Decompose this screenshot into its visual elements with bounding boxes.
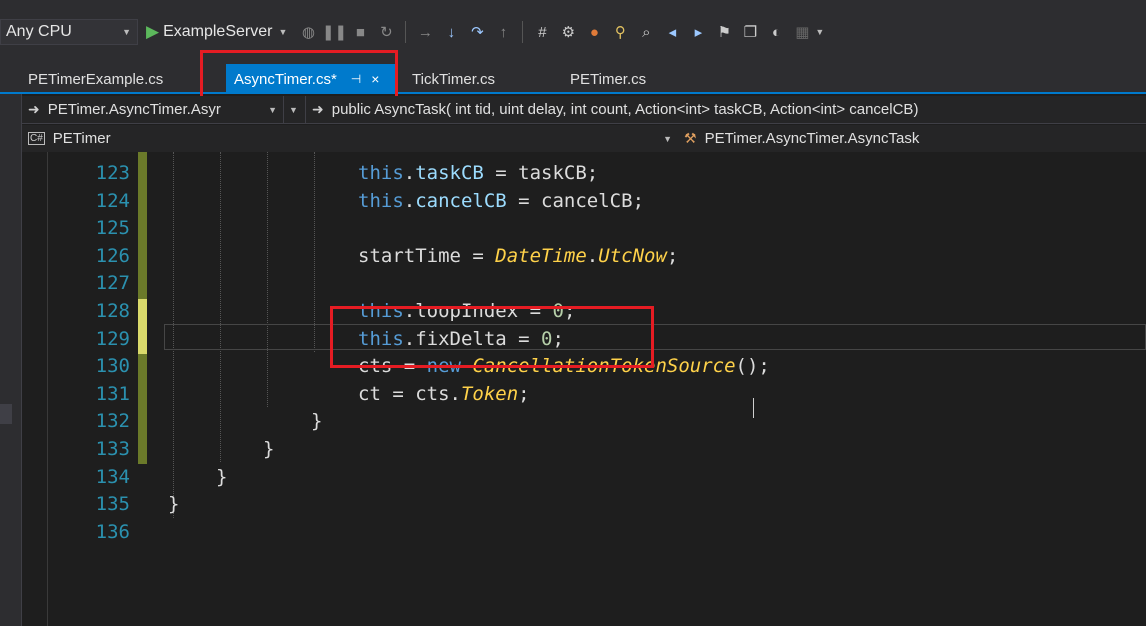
code-token: taskCB (415, 162, 484, 184)
toggle-comment-icon[interactable]: # (531, 21, 553, 43)
type-dropdown-split[interactable]: ▼ (284, 96, 306, 123)
show-next-statement-icon[interactable]: → (414, 21, 436, 43)
left-tool-strip (0, 94, 22, 626)
tab-ticktimer[interactable]: TickTimer.cs (404, 64, 503, 94)
platform-dropdown[interactable]: Any CPU ▼ (0, 19, 138, 45)
start-debug-icon[interactable]: ▶ (146, 22, 159, 42)
document-tab-strip: PETimerExample.cs AsyncTimer.cs* ⊣ × Tic… (0, 50, 1146, 94)
arrow-right-icon: ➜ (312, 101, 324, 117)
restart-icon[interactable]: ↻ (375, 21, 397, 43)
code-line-126: startTime = DateTime.UtcNow; (22, 243, 1146, 271)
tab-petimerexample[interactable]: PETimerExample.cs (20, 64, 171, 94)
code-editor[interactable]: 123 124 125 126 127 128 129 130 131 132 … (22, 152, 1146, 626)
navigate-back-icon[interactable]: ◂ (661, 21, 683, 43)
arrow-right-icon: ➜ (28, 101, 40, 117)
code-token: cancelCB (415, 189, 507, 212)
annotation-highlight-box (330, 306, 654, 368)
code-token: = cancelCB; (506, 189, 645, 212)
code-token: . (403, 189, 416, 212)
chevron-down-icon: ▼ (122, 27, 131, 37)
code-token: } (216, 465, 228, 488)
find-icon[interactable]: ⚲ (609, 21, 631, 43)
code-line-133: } (22, 436, 1146, 464)
navigate-forward-icon[interactable]: ▸ (687, 21, 709, 43)
chevron-down-icon[interactable]: ▼ (815, 27, 824, 37)
menu-strip (0, 0, 1146, 14)
step-into-icon[interactable]: ↓ (440, 21, 462, 43)
code-token: this (358, 189, 404, 212)
tab-label: PETimerExample.cs (28, 70, 164, 88)
toolbar-separator (522, 21, 524, 43)
code-token: } (168, 493, 180, 516)
code-token: ct = cts. (358, 382, 461, 405)
code-token: . (586, 244, 599, 267)
tab-petimer[interactable]: PETimer.cs (562, 64, 654, 94)
code-token: this (358, 162, 404, 184)
type-path: PETimer.AsyncTimer.Asyr (47, 101, 221, 118)
chevron-down-icon: ▼ (268, 104, 277, 115)
diagnostic-tools-icon[interactable]: ● (583, 21, 605, 43)
code-line-131: ct = cts.Token; (22, 381, 1146, 409)
text-cursor (753, 398, 761, 418)
code-token: . (403, 162, 416, 184)
tab-label: PETimer.cs (570, 70, 647, 88)
code-line-135: } (22, 491, 1146, 519)
code-token: UtcNow (598, 244, 667, 267)
project-dropdown[interactable]: C# PETimer ▼ (22, 125, 678, 152)
code-line-134: } (22, 464, 1146, 492)
code-line-124: this.cancelCB = cancelCB; (22, 188, 1146, 216)
search-icon[interactable]: ⌕ (635, 21, 657, 43)
member-signature: public AsyncTask( int tid, uint delay, i… (331, 101, 919, 118)
grid-icon[interactable]: ▦ (791, 21, 813, 43)
csharp-file-icon: C# (28, 132, 45, 145)
pause-icon[interactable]: ❚❚ (322, 21, 347, 43)
code-token: Token (460, 382, 519, 405)
code-token: } (311, 410, 323, 433)
type-dropdown[interactable]: ➜ PETimer.AsyncTimer.Asyr ▼ (22, 96, 284, 123)
scope-bar: C# PETimer ▼ ⚒ PETimer.AsyncTimer.AsyncT… (22, 125, 1146, 153)
toggle-icon[interactable]: ◐ (765, 21, 787, 43)
code-token: (); (735, 355, 770, 378)
bookmark-icon[interactable]: ⚑ (713, 21, 735, 43)
chevron-down-icon[interactable]: ▼ (278, 27, 287, 37)
stop-icon[interactable]: ■ (349, 21, 371, 43)
member-dropdown[interactable]: ➜ public AsyncTask( int tid, uint delay,… (306, 96, 1146, 123)
scope-path: PETimer.AsyncTimer.AsyncTask (704, 130, 920, 147)
hot-reload-icon[interactable]: ◍ (297, 21, 319, 43)
tab-label: TickTimer.cs (412, 70, 496, 88)
run-target-button[interactable]: ExampleServer (163, 23, 272, 41)
code-token: } (263, 437, 275, 460)
code-token: = taskCB; (483, 162, 599, 184)
code-token: ; (518, 382, 530, 405)
window-icon[interactable]: ❐ (739, 21, 761, 43)
toolbar: Any CPU ▼ ▶ ExampleServer ▼ ◍ ❚❚ ■ ↻ → ↓… (0, 14, 1146, 50)
code-token: startTime = (358, 244, 496, 267)
scope-dropdown[interactable]: ⚒ PETimer.AsyncTimer.AsyncTask (678, 125, 1146, 152)
settings-icon[interactable]: ⚙ (557, 21, 579, 43)
code-line-132: } (22, 408, 1146, 436)
chevron-down-icon: ▼ (663, 133, 672, 144)
tool-window-tab[interactable] (0, 404, 12, 424)
method-icon: ⚒ (684, 130, 697, 146)
step-out-icon[interactable]: ↑ (492, 21, 514, 43)
step-over-icon[interactable]: ↷ (466, 21, 488, 43)
toolbar-separator (405, 21, 407, 43)
chevron-down-icon: ▼ (289, 104, 298, 115)
navigation-bar: ➜ PETimer.AsyncTimer.Asyr ▼ ▼ ➜ public A… (22, 96, 1146, 124)
code-token: DateTime (495, 244, 587, 267)
project-label: PETimer (52, 130, 111, 147)
platform-label: Any CPU (6, 23, 72, 40)
code-token: ; (666, 244, 679, 267)
code-line-123: this.taskCB = taskCB; (22, 160, 1146, 188)
